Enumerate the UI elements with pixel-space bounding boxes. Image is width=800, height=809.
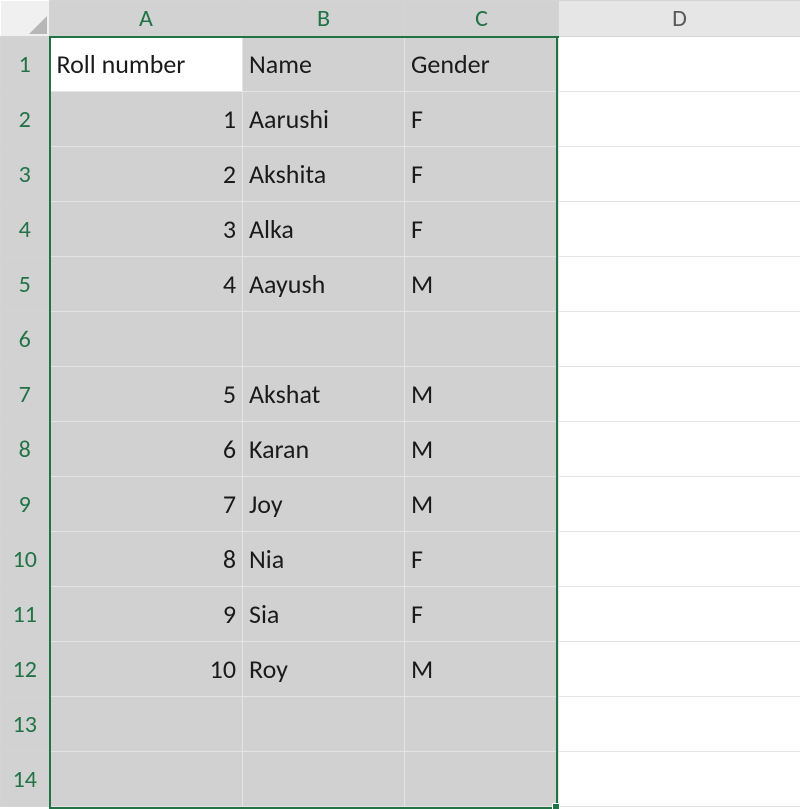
row-header-2[interactable]: 2 <box>1 92 50 147</box>
cell-A13[interactable] <box>50 697 243 752</box>
cell-C1[interactable]: Gender <box>405 37 559 92</box>
cell-D8[interactable] <box>559 422 800 477</box>
row-header-8[interactable]: 8 <box>1 422 50 477</box>
cell-A1[interactable]: Roll number <box>50 37 243 92</box>
cell-D6[interactable] <box>559 312 800 367</box>
spreadsheet-viewport: A B C D 1 Roll number Name Gender 2 1 Aa… <box>0 0 800 809</box>
row-header-5[interactable]: 5 <box>1 257 50 312</box>
col-header-C[interactable]: C <box>405 1 559 37</box>
cell-B14[interactable] <box>243 752 405 807</box>
cell-D9[interactable] <box>559 477 800 532</box>
select-all-triangle-icon <box>29 16 47 34</box>
cell-D4[interactable] <box>559 202 800 257</box>
cell-A4[interactable]: 3 <box>50 202 243 257</box>
row-header-1[interactable]: 1 <box>1 37 50 92</box>
col-header-A[interactable]: A <box>50 1 243 37</box>
cell-C3[interactable]: F <box>405 147 559 202</box>
cell-D14[interactable] <box>559 752 800 807</box>
cell-A9[interactable]: 7 <box>50 477 243 532</box>
cell-C14[interactable] <box>405 752 559 807</box>
cell-C2[interactable]: F <box>405 92 559 147</box>
table-row: 13 <box>1 697 800 752</box>
cell-B3[interactable]: Akshita <box>243 147 405 202</box>
table-row: 2 1 Aarushi F <box>1 92 800 147</box>
cell-B8[interactable]: Karan <box>243 422 405 477</box>
row-header-10[interactable]: 10 <box>1 532 50 587</box>
spreadsheet-grid[interactable]: A B C D 1 Roll number Name Gender 2 1 Aa… <box>0 0 800 807</box>
cell-C7[interactable]: M <box>405 367 559 422</box>
cell-A8[interactable]: 6 <box>50 422 243 477</box>
cell-D1[interactable] <box>559 37 800 92</box>
cell-B10[interactable]: Nia <box>243 532 405 587</box>
table-row: 6 <box>1 312 800 367</box>
table-row: 14 <box>1 752 800 807</box>
col-header-B[interactable]: B <box>243 1 405 37</box>
table-row: 10 8 Nia F <box>1 532 800 587</box>
row-header-12[interactable]: 12 <box>1 642 50 697</box>
cell-A6[interactable] <box>50 312 243 367</box>
cell-B7[interactable]: Akshat <box>243 367 405 422</box>
cell-C6[interactable] <box>405 312 559 367</box>
column-header-row: A B C D <box>1 1 800 37</box>
cell-A2[interactable]: 1 <box>50 92 243 147</box>
row-header-9[interactable]: 9 <box>1 477 50 532</box>
row-header-6[interactable]: 6 <box>1 312 50 367</box>
row-header-7[interactable]: 7 <box>1 367 50 422</box>
cell-C9[interactable]: M <box>405 477 559 532</box>
select-all-corner[interactable] <box>1 1 50 37</box>
table-row: 5 4 Aayush M <box>1 257 800 312</box>
cell-D7[interactable] <box>559 367 800 422</box>
cell-B12[interactable]: Roy <box>243 642 405 697</box>
cell-A10[interactable]: 8 <box>50 532 243 587</box>
cell-B11[interactable]: Sia <box>243 587 405 642</box>
cell-C10[interactable]: F <box>405 532 559 587</box>
cell-A5[interactable]: 4 <box>50 257 243 312</box>
cell-B4[interactable]: Alka <box>243 202 405 257</box>
cell-C11[interactable]: F <box>405 587 559 642</box>
cell-A3[interactable]: 2 <box>50 147 243 202</box>
table-row: 7 5 Akshat M <box>1 367 800 422</box>
table-row: 1 Roll number Name Gender <box>1 37 800 92</box>
cell-A11[interactable]: 9 <box>50 587 243 642</box>
cell-C12[interactable]: M <box>405 642 559 697</box>
table-row: 11 9 Sia F <box>1 587 800 642</box>
cell-C8[interactable]: M <box>405 422 559 477</box>
cell-C4[interactable]: F <box>405 202 559 257</box>
cell-B6[interactable] <box>243 312 405 367</box>
cell-A14[interactable] <box>50 752 243 807</box>
table-row: 12 10 Roy M <box>1 642 800 697</box>
cell-A12[interactable]: 10 <box>50 642 243 697</box>
cell-C13[interactable] <box>405 697 559 752</box>
table-row: 3 2 Akshita F <box>1 147 800 202</box>
cell-D5[interactable] <box>559 257 800 312</box>
row-header-14[interactable]: 14 <box>1 752 50 807</box>
cell-B2[interactable]: Aarushi <box>243 92 405 147</box>
row-header-11[interactable]: 11 <box>1 587 50 642</box>
col-header-D[interactable]: D <box>559 1 800 37</box>
table-row: 4 3 Alka F <box>1 202 800 257</box>
cell-A7[interactable]: 5 <box>50 367 243 422</box>
table-row: 8 6 Karan M <box>1 422 800 477</box>
cell-D2[interactable] <box>559 92 800 147</box>
cell-B1[interactable]: Name <box>243 37 405 92</box>
cell-D10[interactable] <box>559 532 800 587</box>
cell-D11[interactable] <box>559 587 800 642</box>
row-header-13[interactable]: 13 <box>1 697 50 752</box>
cell-C5[interactable]: M <box>405 257 559 312</box>
cell-B5[interactable]: Aayush <box>243 257 405 312</box>
cell-D13[interactable] <box>559 697 800 752</box>
cell-B13[interactable] <box>243 697 405 752</box>
cell-B9[interactable]: Joy <box>243 477 405 532</box>
row-header-3[interactable]: 3 <box>1 147 50 202</box>
cell-D12[interactable] <box>559 642 800 697</box>
row-header-4[interactable]: 4 <box>1 202 50 257</box>
cell-D3[interactable] <box>559 147 800 202</box>
table-row: 9 7 Joy M <box>1 477 800 532</box>
